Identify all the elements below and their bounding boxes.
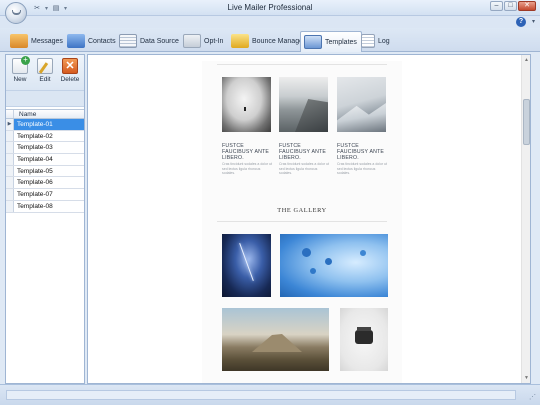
tab-label: Messages <box>31 37 63 45</box>
row-indicator <box>6 189 14 200</box>
column-title: FUSTCE FAUCIBUSY ANTE LIBERO. <box>222 143 270 161</box>
tab-label: Templates <box>325 38 357 46</box>
title-bar: ✂ ▾ ▤ ▾ Live Mailer Professional – □ ✕ <box>0 0 540 16</box>
new-icon: + <box>12 56 30 74</box>
table-row[interactable]: Template-05 <box>6 165 84 178</box>
template-name-cell: Template-05 <box>17 167 53 175</box>
new-button-label: New <box>13 76 27 83</box>
row-indicator <box>6 142 14 154</box>
tab-templates[interactable]: Templates <box>300 31 362 52</box>
new-button[interactable]: + New <box>9 56 31 83</box>
photo-snowy-mountain <box>337 77 386 132</box>
email-template-preview: FUSTCE FAUCIBUSY ANTE LIBERO. FUSTCE FAU… <box>202 61 402 383</box>
divider <box>217 64 387 65</box>
help-icon[interactable]: ? <box>516 17 526 27</box>
contacts-icon <box>67 34 85 48</box>
gallery-heading: THE GALLERY <box>277 207 327 214</box>
template-name-cell: Template-08 <box>17 202 53 210</box>
photo-foggy-landscape <box>222 77 271 132</box>
row-indicator <box>6 177 14 189</box>
edit-button[interactable]: Edit <box>34 58 56 83</box>
table-row[interactable]: Template-02 <box>6 130 84 143</box>
data-source-icon <box>119 34 137 48</box>
bounce-manager-icon <box>231 34 249 48</box>
photo-jellyfish <box>280 234 388 297</box>
tab-label: Contacts <box>88 37 116 45</box>
template-name-cell: Template-04 <box>17 156 53 164</box>
main-tabs: Messages Contacts Data Source Opt-In Bou… <box>0 28 540 52</box>
edit-icon <box>37 58 53 74</box>
tab-label: Log <box>378 37 390 45</box>
maximize-button[interactable]: □ <box>504 1 517 11</box>
tab-label: Bounce Manager <box>252 37 306 45</box>
photo-misty-cliff <box>279 77 328 132</box>
content-area: + New Edit ✕ Delete Name ▶ Template-01 T… <box>0 52 540 384</box>
column-title: FUSTCE FAUCIBUSY ANTE LIBERO. <box>337 143 385 161</box>
edit-button-label: Edit <box>39 76 51 83</box>
template-name-cell: Template-03 <box>17 144 53 152</box>
row-indicator <box>6 154 14 165</box>
table-row[interactable]: Template-03 <box>6 142 84 155</box>
tab-bounce-manager[interactable]: Bounce Manager <box>228 31 309 51</box>
template-preview-pane[interactable]: FUSTCE FAUCIBUSY ANTE LIBERO. FUSTCE FAU… <box>87 54 531 384</box>
delete-button[interactable]: ✕ Delete <box>59 58 81 83</box>
minimize-button[interactable]: – <box>490 1 503 11</box>
tab-label: Opt-In <box>204 37 224 45</box>
log-icon <box>361 34 375 48</box>
table-row[interactable]: ▶ Template-01 <box>6 119 84 131</box>
current-row-indicator-icon: ▶ <box>6 119 14 130</box>
app-orb-icon <box>12 10 21 15</box>
tab-label: Data Source <box>140 37 179 45</box>
divider <box>217 221 387 222</box>
row-indicator <box>6 200 14 212</box>
window-title: Live Mailer Professional <box>227 3 313 12</box>
table-row[interactable]: Template-08 <box>6 200 84 213</box>
row-indicator-header <box>6 110 14 118</box>
scroll-up-arrow-icon[interactable]: ▲ <box>523 56 530 64</box>
template-name-cell: Template-01 <box>14 119 84 130</box>
delete-button-label: Delete <box>60 76 80 83</box>
preview-vertical-scrollbar[interactable]: ▲ ▼ <box>521 55 530 383</box>
photo-typewriter <box>340 308 388 371</box>
photo-lightning-sky <box>222 234 271 297</box>
template-name-cell: Template-02 <box>17 132 53 140</box>
tab-messages[interactable]: Messages <box>7 31 67 51</box>
column-text: Cras tincidunt sodales a dolor ut sed le… <box>222 162 272 176</box>
tab-contacts[interactable]: Contacts <box>64 31 120 51</box>
template-name-cell: Template-07 <box>17 191 53 199</box>
status-field <box>6 390 516 400</box>
name-column-header[interactable]: Name <box>14 110 36 118</box>
table-row[interactable]: Template-06 <box>6 177 84 190</box>
photo-volcano-landscape <box>222 308 329 371</box>
table-row[interactable]: Template-04 <box>6 154 84 166</box>
delete-icon: ✕ <box>62 58 78 74</box>
scrollbar-thumb[interactable] <box>523 99 530 145</box>
panel-spacer-bar <box>6 91 84 107</box>
template-name-cell: Template-06 <box>17 179 53 187</box>
application-menu-button[interactable] <box>5 2 27 24</box>
scroll-down-arrow-icon[interactable]: ▼ <box>523 374 530 382</box>
templates-toolbar: + New Edit ✕ Delete <box>6 55 84 91</box>
status-bar: ⋰ <box>0 384 540 405</box>
column-title: FUSTCE FAUCIBUSY ANTE LIBERO. <box>279 143 327 161</box>
template-grid: Name ▶ Template-01 Template-02 Template-… <box>6 109 84 213</box>
tab-log[interactable]: Log <box>358 31 394 51</box>
templates-icon <box>304 35 322 49</box>
close-button[interactable]: ✕ <box>518 1 536 11</box>
messages-icon <box>10 34 28 48</box>
column-text: Cras tincidunt sodales a dolor ut sed le… <box>279 162 329 176</box>
resize-grip-icon[interactable]: ⋰ <box>529 394 537 402</box>
row-indicator <box>6 130 14 142</box>
window-controls: – □ ✕ <box>490 1 536 11</box>
tab-data-source[interactable]: Data Source <box>116 31 183 51</box>
grid-header: Name <box>6 109 84 119</box>
ribbon-help-row: ? ▾ <box>0 16 540 28</box>
column-text: Cras tincidunt sodales a dolor ut sed le… <box>337 162 387 176</box>
templates-panel: + New Edit ✕ Delete Name ▶ Template-01 T… <box>5 54 85 384</box>
row-indicator <box>6 165 14 177</box>
tab-opt-in[interactable]: Opt-In <box>180 31 227 51</box>
help-dropdown-icon[interactable]: ▾ <box>532 18 535 25</box>
opt-in-icon <box>183 34 201 48</box>
table-row[interactable]: Template-07 <box>6 189 84 201</box>
